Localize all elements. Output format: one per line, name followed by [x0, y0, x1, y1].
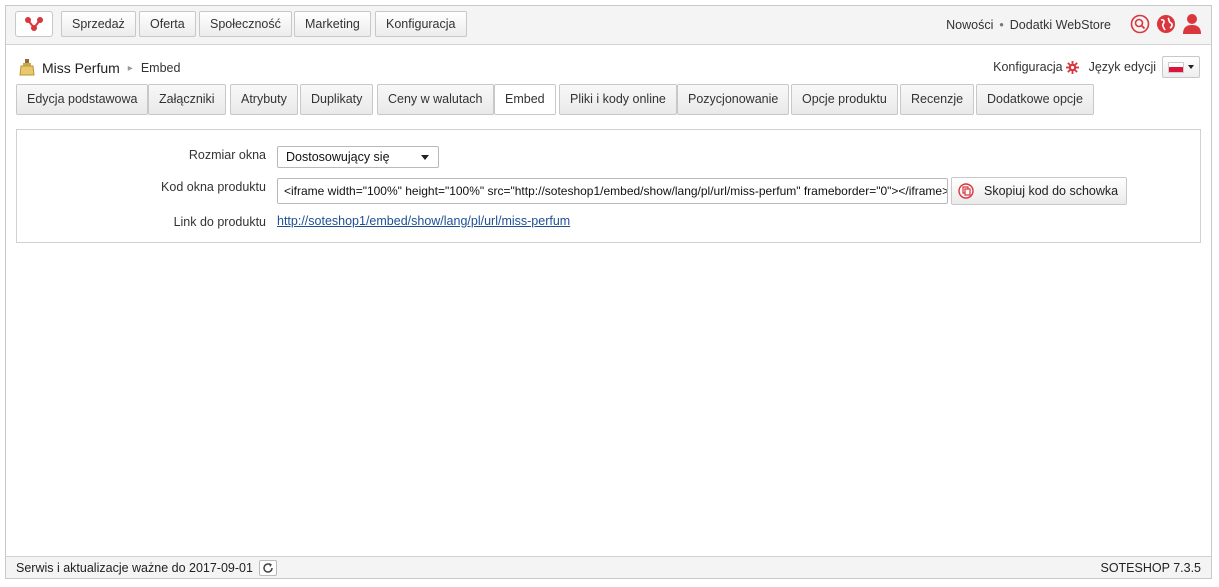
menu-oferta[interactable]: Oferta — [139, 11, 196, 37]
copy-icon — [958, 183, 974, 199]
menu-konfiguracja[interactable]: Konfiguracja — [375, 11, 467, 37]
top-bar: Sprzedaż Oferta Społeczność Marketing Ko… — [6, 6, 1211, 45]
top-links: Nowości • Dodatki WebStore — [946, 18, 1111, 32]
status-bar: Serwis i aktualizacje ważne do 2017-09-0… — [6, 556, 1211, 578]
refresh-icon[interactable] — [258, 560, 277, 576]
tab-embed[interactable]: Embed — [494, 84, 556, 115]
separator: • — [999, 18, 1004, 32]
breadcrumb-section: Embed — [140, 61, 181, 75]
user-icon[interactable] — [1181, 13, 1203, 35]
breadcrumb-arrow: ▸ — [127, 62, 133, 74]
service-text: Serwis i aktualizacje ważne do 2017-09-0… — [16, 561, 253, 575]
tab-duplikaty[interactable]: Duplikaty — [300, 84, 374, 115]
gear-icon[interactable] — [1065, 60, 1079, 74]
copy-to-clipboard-button[interactable]: Skopiuj kod do schowka — [951, 177, 1127, 205]
tab-atrybuty[interactable]: Atrybuty — [230, 84, 298, 115]
app-window: Sprzedaż Oferta Społeczność Marketing Ko… — [5, 5, 1212, 579]
top-icons — [1129, 13, 1203, 35]
link-label: Link do produktu — [173, 215, 266, 229]
service-info: Serwis i aktualizacje ważne do 2017-09-0… — [16, 560, 277, 576]
header-actions: Konfiguracja Język edycji — [993, 55, 1200, 79]
chevron-down-icon — [421, 155, 429, 160]
menu-spolecznosc[interactable]: Społeczność — [199, 11, 292, 37]
tab-opcje-produktu[interactable]: Opcje produktu — [791, 84, 898, 115]
lang-label: Język edycji — [1088, 60, 1156, 74]
tab-recenzje[interactable]: Recenzje — [900, 84, 975, 115]
version-label: SOTESHOP 7.3.5 — [1100, 561, 1201, 575]
soteshop-logo-icon[interactable] — [15, 11, 53, 37]
language-select[interactable] — [1162, 56, 1200, 78]
tab-dodatkowe-opcje[interactable]: Dodatkowe opcje — [976, 84, 1094, 115]
tab-pliki-i-kody-online[interactable]: Pliki i kody online — [559, 84, 677, 115]
config-link[interactable]: Konfiguracja — [993, 60, 1063, 74]
size-select[interactable]: Dostosowujący się — [277, 146, 439, 168]
embed-panel: Rozmiar okna Dostosowujący się Kod okna … — [16, 129, 1201, 243]
link-nowosci[interactable]: Nowości — [946, 18, 993, 32]
size-label: Rozmiar okna — [188, 148, 266, 162]
product-link[interactable]: http://soteshop1/embed/show/lang/pl/url/… — [277, 214, 570, 228]
perfume-icon — [18, 58, 36, 79]
page-title: Miss Perfum — [42, 60, 120, 76]
tab-ceny-w-walutach[interactable]: Ceny w walutach — [377, 84, 494, 115]
breadcrumb: Miss Perfum ▸ Embed — [18, 58, 180, 78]
copy-button-label: Skopiuj kod do schowka — [984, 184, 1119, 198]
search-icon[interactable] — [1129, 13, 1151, 35]
menu-marketing[interactable]: Marketing — [294, 11, 371, 37]
tab-zalaczniki[interactable]: Załączniki — [148, 84, 226, 115]
link-dodatki-webstore[interactable]: Dodatki WebStore — [1010, 18, 1111, 32]
globe-icon[interactable] — [1155, 13, 1177, 35]
chevron-down-icon — [1188, 65, 1194, 69]
code-label: Kod okna produktu — [161, 180, 266, 194]
tab-pozycjonowanie[interactable]: Pozycjonowanie — [677, 84, 790, 115]
menu-sprzedaz[interactable]: Sprzedaż — [61, 11, 136, 37]
tab-edycja-podstawowa[interactable]: Edycja podstawowa — [16, 84, 149, 115]
poland-flag-icon — [1168, 61, 1184, 73]
embed-code-field[interactable]: <iframe width="100%" height="100%" src="… — [277, 178, 948, 204]
size-select-value: Dostosowujący się — [286, 150, 390, 164]
